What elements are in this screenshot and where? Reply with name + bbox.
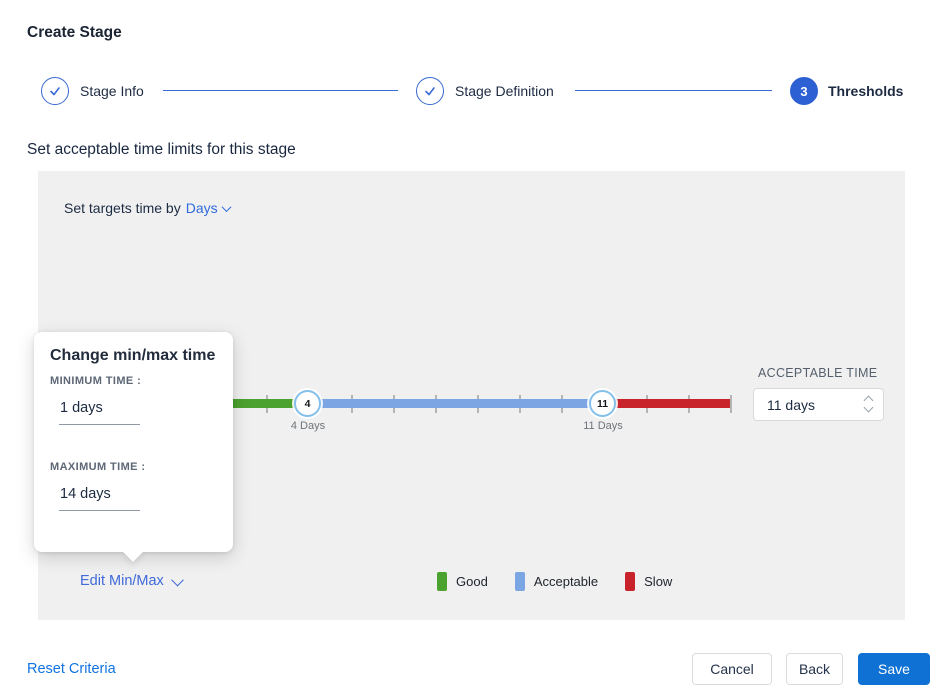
legend-item-acceptable: Acceptable bbox=[514, 572, 599, 591]
step-connector bbox=[163, 90, 398, 91]
step-3-label[interactable]: Thresholds bbox=[828, 83, 903, 99]
create-stage-dialog: Create Stage Stage Info Stage Definition… bbox=[0, 0, 943, 699]
min-handle-label: 4 Days bbox=[290, 420, 326, 432]
legend-label: Slow bbox=[644, 574, 673, 589]
set-targets-label: Set targets time by bbox=[64, 200, 181, 216]
chevron-down-icon[interactable] bbox=[863, 402, 874, 413]
maximum-time-input[interactable] bbox=[59, 486, 140, 511]
step-3-circle[interactable]: 3 bbox=[790, 77, 818, 105]
stepper: Stage Info Stage Definition 3 Thresholds bbox=[0, 77, 943, 105]
section-heading: Set acceptable time limits for this stag… bbox=[27, 141, 296, 158]
targets-unit-dropdown[interactable]: Days bbox=[186, 200, 218, 216]
legend-item-slow: Slow bbox=[625, 572, 672, 591]
edit-minmax-toggle[interactable]: Edit Min/Max bbox=[80, 573, 184, 589]
min-threshold-handle[interactable]: 4 bbox=[294, 390, 321, 417]
edit-minmax-label: Edit Min/Max bbox=[80, 573, 164, 589]
slider-segment-acceptable bbox=[308, 399, 603, 408]
step-2-circle[interactable] bbox=[416, 77, 444, 105]
acceptable-time-stepper[interactable] bbox=[863, 394, 875, 416]
cancel-button[interactable]: Cancel bbox=[692, 653, 772, 685]
step-1-circle[interactable] bbox=[41, 77, 69, 105]
minimum-time-input[interactable] bbox=[59, 400, 140, 425]
step-connector bbox=[575, 90, 772, 91]
legend-label: Good bbox=[456, 574, 488, 589]
legend-label: Acceptable bbox=[533, 574, 599, 589]
slider-segment-slow bbox=[603, 399, 730, 408]
slider-tick bbox=[730, 395, 732, 413]
back-button[interactable]: Back bbox=[786, 653, 843, 685]
check-icon bbox=[423, 84, 437, 98]
legend: Good Acceptable Slow bbox=[437, 572, 672, 591]
max-threshold-handle[interactable]: 11 bbox=[589, 390, 616, 417]
acceptable-swatch-icon bbox=[514, 572, 525, 591]
popover-title: Change min/max time bbox=[50, 347, 216, 364]
legend-item-good: Good bbox=[437, 572, 488, 591]
save-button[interactable]: Save bbox=[858, 653, 930, 685]
acceptable-time-box bbox=[753, 388, 884, 421]
reset-criteria-link[interactable]: Reset Criteria bbox=[27, 661, 116, 677]
page-title: Create Stage bbox=[27, 24, 122, 41]
set-targets-row: Set targets time by Days bbox=[64, 200, 232, 216]
check-icon bbox=[48, 84, 62, 98]
chevron-down-icon[interactable] bbox=[221, 201, 232, 212]
max-handle-label: 11 Days bbox=[583, 420, 623, 432]
slow-swatch-icon bbox=[625, 572, 636, 591]
change-minmax-popover: Change min/max time MINIMUM TIME : MAXIM… bbox=[34, 332, 233, 562]
step-2-label[interactable]: Stage Definition bbox=[455, 83, 554, 99]
chevron-down-icon bbox=[170, 573, 184, 586]
good-swatch-icon bbox=[437, 572, 447, 591]
step-1-label[interactable]: Stage Info bbox=[80, 83, 144, 99]
minimum-time-label: MINIMUM TIME : bbox=[50, 375, 142, 387]
acceptable-time-label: ACCEPTABLE TIME bbox=[758, 366, 878, 380]
maximum-time-label: MAXIMUM TIME : bbox=[50, 461, 146, 473]
